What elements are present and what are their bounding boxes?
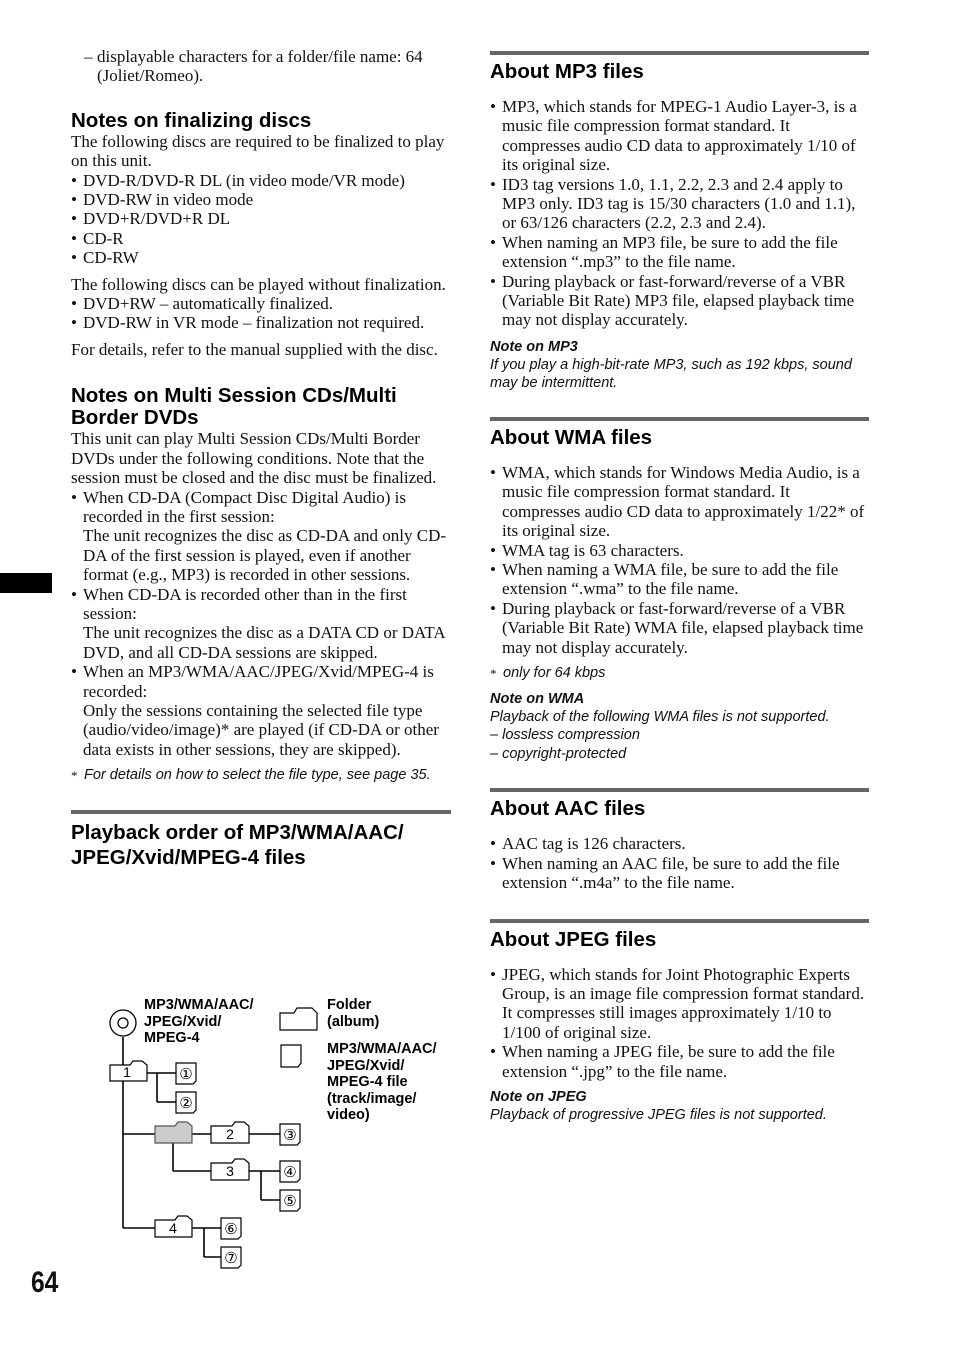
legend-file-icon: [280, 1044, 302, 1068]
jpeg-note: Playback of progressive JPEG files is no…: [490, 1107, 827, 1124]
playback-heading: Playback order of MP3/WMA/AAC/ JPEG/Xvid…: [71, 821, 404, 870]
section-rule: [490, 416, 869, 421]
multisession-section: Notes on Multi Session CDs/Multi Border …: [71, 385, 451, 785]
list-item: • MP3, which stands for MPEG-1 Audio Laye…: [490, 97, 857, 175]
list-item: • When an MP3/WMA/AAC/JPEG/Xvid/MPEG-4 is…: [71, 662, 439, 759]
track-number: ②: [179, 1094, 192, 1112]
wma-note-item: – copyright-protected: [490, 745, 627, 762]
wma-section: About WMA files • WMA, which stands for W…: [490, 416, 869, 764]
finalizing-heading: Notes on finalizing discs: [71, 108, 312, 132]
track-number: ③: [283, 1126, 296, 1144]
section-tab-marker: [0, 573, 52, 593]
list-item: • When naming an AAC file, be sure to add…: [490, 853, 840, 893]
list-item: • ID3 tag versions 1.0, 1.1, 2.2, 2.3 and…: [490, 174, 856, 233]
track-number: ⑤: [283, 1192, 296, 1210]
folder-icon-root-highlighted: [154, 1121, 193, 1144]
list-item: • When CD-DA is recorded other than in th…: [71, 584, 445, 662]
wma-note-title: Note on WMA: [490, 690, 585, 707]
list-item: • DVD-RW in video mode: [71, 190, 254, 210]
right-column: About MP3 files • MP3, which stands for M…: [490, 51, 869, 1125]
list-item: • DVD-R/DVD-R DL (in video mode/VR mode): [71, 170, 405, 190]
page-number: 64: [31, 1266, 59, 1299]
track-number: ①: [179, 1065, 192, 1083]
track-number: ⑦: [224, 1249, 237, 1267]
mp3-list: • MP3, which stands for MPEG-1 Audio Laye…: [490, 97, 869, 330]
playback-order-section: Playback order of MP3/WMA/AAC/ JPEG/Xvid…: [71, 810, 451, 870]
list-item: • When naming a JPEG file, be sure to add…: [490, 1042, 835, 1081]
list-item: • DVD+R/DVD+R DL: [71, 209, 231, 229]
mp3-note: If you play a high-bit-rate MP3, such as…: [490, 356, 852, 392]
mp3-section: About MP3 files • MP3, which stands for M…: [490, 51, 869, 393]
jpeg-note-title: Note on JPEG: [490, 1089, 587, 1106]
list-item: • When naming a WMA file, be sure to add …: [490, 559, 839, 599]
folder-number: 4: [169, 1220, 177, 1236]
finalizing-intro: The following discs are required to be f…: [71, 131, 445, 171]
disc-label: MP3/WMA/AAC/ JPEG/Xvid/ MPEG-4: [144, 997, 254, 1046]
list-item: • DVD-RW in VR mode – finalization not re…: [71, 313, 425, 333]
list-item: • When naming an MP3 file, be sure to add…: [490, 232, 838, 272]
multisession-list: • When CD-DA (Compact Disc Digital Audio)…: [71, 488, 451, 760]
wma-note-item: – lossless compression: [490, 727, 640, 744]
wma-list: • WMA, which stands for Windows Media Aud…: [490, 463, 869, 657]
legend-folder-icon: [279, 1007, 318, 1031]
jpeg-list: • JPEG, which stands for Joint Photograph…: [490, 965, 869, 1081]
legend-folder-label: Folder (album): [327, 997, 380, 1030]
list-item: • During playback or fast-forward/reverse…: [490, 598, 864, 657]
aac-list: • AAC tag is 126 characters. • When naming…: [490, 834, 869, 892]
list-item: • JPEG, which stands for Joint Photograph…: [490, 964, 865, 1042]
aac-section: About AAC files • AAC tag is 126 characte…: [490, 788, 869, 892]
legend-file-label: MP3/WMA/AAC/ JPEG/Xvid/ MPEG-4 file (tra…: [327, 1041, 437, 1123]
intro-dash-item: – displayable characters for a folder/fil…: [84, 47, 423, 86]
finalizing-section: Notes on finalizing discs The following …: [71, 108, 451, 359]
section-rule: [490, 51, 869, 55]
wma-footnote: * only for 64 kbps: [490, 664, 606, 681]
section-rule: [490, 788, 869, 793]
track-number: ⑥: [224, 1220, 237, 1238]
multisession-intro: This unit can play Multi Session CDs/Mul…: [71, 429, 437, 488]
list-item: • CD-RW: [71, 248, 139, 268]
list-item: • CD-R: [71, 228, 124, 248]
left-column: – displayable characters for a folder/fil…: [71, 47, 451, 870]
mp3-heading: About MP3 files: [490, 60, 644, 83]
list-item: • DVD+RW – automatically finalized.: [71, 294, 334, 314]
list-item: • AAC tag is 126 characters.: [490, 834, 686, 854]
disc-icon: [109, 1009, 137, 1037]
aac-heading: About AAC files: [490, 797, 646, 821]
multisession-heading: Notes on Multi Session CDs/Multi Border …: [71, 384, 397, 430]
mp3-note-title: Note on MP3: [490, 338, 578, 355]
wma-note: Playback of the following WMA files is n…: [490, 708, 830, 725]
jpeg-heading: About JPEG files: [490, 927, 657, 951]
list-item: • When CD-DA (Compact Disc Digital Audio)…: [71, 487, 447, 585]
list-item: • WMA, which stands for Windows Media Aud…: [490, 462, 865, 541]
playback-order-diagram: 1 2 3 4 ① ② ③ ④ ⑤ ⑥ ⑦ MP3/WMA/AAC/ JPEG/…: [100, 995, 460, 1275]
finalize-without-list: • DVD+RW – automatically finalized. • DVD-…: [71, 294, 451, 333]
section-rule: [490, 918, 869, 923]
folder-number: 2: [226, 1126, 234, 1142]
section-rule: [71, 810, 451, 815]
wma-heading: About WMA files: [490, 425, 653, 449]
multisession-footnote: * For details on how to select the file t…: [71, 767, 431, 784]
track-number: ④: [283, 1163, 296, 1181]
list-item: • WMA tag is 63 characters.: [490, 540, 684, 560]
list-item: • During playback or fast-forward/reverse…: [490, 271, 855, 330]
finalize-without-intro: The following discs can be played withou…: [71, 274, 446, 294]
folder-number: 1: [123, 1064, 131, 1080]
finalize-required-list: • DVD-R/DVD-R DL (in video mode/VR mode) …: [71, 171, 451, 268]
finalize-details: For details, refer to the manual supplie…: [71, 339, 438, 359]
folder-number: 3: [226, 1163, 234, 1179]
jpeg-section: About JPEG files • JPEG, which stands for…: [490, 918, 869, 1125]
